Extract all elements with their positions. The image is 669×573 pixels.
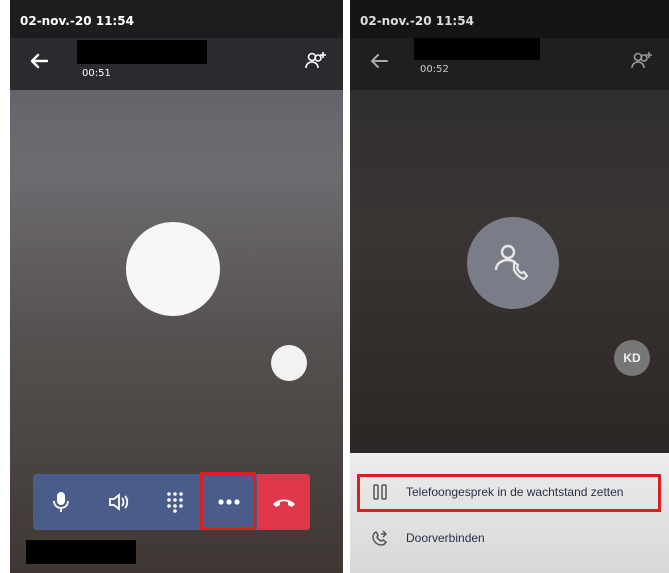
- person-call-icon: [494, 244, 529, 281]
- back-button-right[interactable]: [364, 46, 394, 76]
- caller-avatar: [126, 222, 220, 316]
- mute-button[interactable]: [33, 474, 88, 530]
- arrow-left-icon: [30, 53, 49, 69]
- add-people-button-right[interactable]: [629, 48, 655, 74]
- redacted-caller-name-right: [414, 38, 540, 60]
- participant-initials[interactable]: KD: [614, 340, 650, 376]
- status-time-right: 02-nov.-20 11:54: [360, 14, 474, 28]
- back-button[interactable]: [24, 46, 54, 76]
- call-screen-left: 02-nov.-20 11:54 00:51: [10, 0, 343, 573]
- hang-up-icon: [272, 499, 295, 507]
- call-screen-right: 02-nov.-20 11:54 00:52 KD Telefoongespre…: [350, 0, 669, 573]
- more-options-highlight: [200, 472, 256, 530]
- menu-item-transfer[interactable]: Doorverbinden: [350, 513, 669, 563]
- status-bar: 02-nov.-20 11:54: [10, 0, 343, 38]
- call-header-right: 00:52: [350, 38, 669, 90]
- dialpad-icon: [166, 492, 183, 513]
- self-view-bubble[interactable]: [271, 345, 307, 381]
- people-add-icon: [631, 52, 652, 69]
- status-time: 02-nov.-20 11:54: [20, 14, 134, 28]
- hang-up-button[interactable]: [257, 474, 310, 530]
- redacted-footer: [26, 540, 136, 564]
- call-duration: 00:51: [82, 68, 111, 79]
- arrow-left-icon: [371, 54, 388, 68]
- caller-avatar-right: [467, 217, 559, 309]
- microphone-icon: [52, 492, 69, 512]
- hold-option-highlight: [357, 474, 661, 512]
- redacted-caller-name: [77, 40, 207, 64]
- dialpad-button[interactable]: [147, 474, 202, 530]
- menu-item-transfer-label: Doorverbinden: [406, 531, 485, 545]
- call-duration-right: 00:52: [420, 64, 449, 75]
- add-people-button[interactable]: [303, 48, 329, 74]
- transfer-call-icon: [372, 530, 388, 546]
- status-bar-right: 02-nov.-20 11:54: [350, 0, 669, 38]
- people-add-icon: [305, 52, 326, 69]
- speaker-icon: [108, 493, 128, 511]
- call-options-menu: Telefoongesprek in de wachtstand zetten …: [350, 453, 669, 573]
- speaker-button[interactable]: [91, 474, 146, 530]
- call-header: 00:51: [10, 38, 343, 90]
